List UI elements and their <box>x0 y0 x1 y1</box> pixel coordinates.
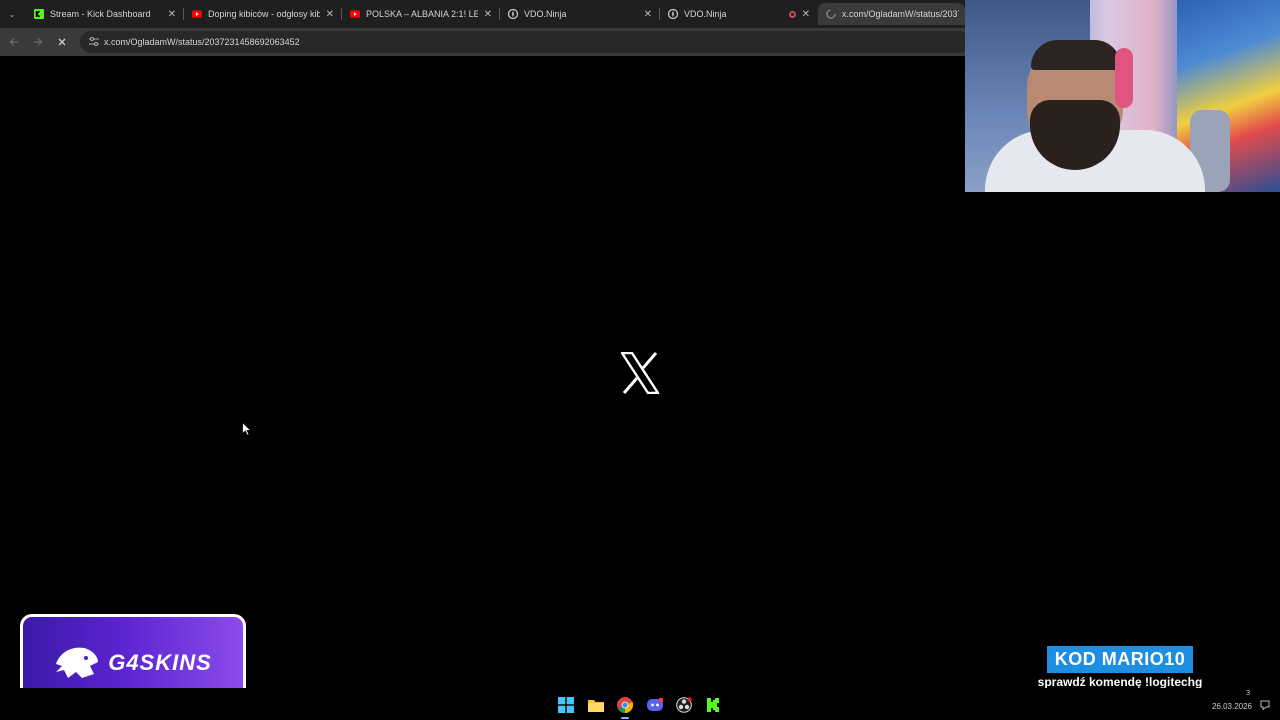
tab-close-icon[interactable]: ✕ <box>326 9 334 20</box>
tab-strip: ⌄ Stream - Kick Dashboard ✕ Doping kibic… <box>0 0 965 28</box>
clock-date[interactable]: 26.03.2026 <box>1212 702 1252 711</box>
tab-x-status[interactable]: x.com/OgladamW/status/2037 <box>818 3 965 25</box>
tab-doping-kibicow[interactable]: Doping kibiców - odgłosy kibic ✕ <box>184 3 340 25</box>
tab-vdo-ninja-1[interactable]: VDO.Ninja ✕ <box>500 3 658 25</box>
windows-taskbar: 3 26.03.2026 <box>0 688 1280 720</box>
kick-icon <box>34 9 44 19</box>
url-text: x.com/OgladamW/status/203723145869206345… <box>104 37 300 47</box>
back-arrow-icon[interactable] <box>6 34 22 50</box>
webcam-headset <box>1115 48 1133 108</box>
tab-close-icon[interactable]: ✕ <box>168 9 176 20</box>
tab-search-icon[interactable]: ⌄ <box>4 6 20 22</box>
tab-close-icon[interactable]: ✕ <box>484 9 492 20</box>
tab-title: Doping kibiców - odgłosy kibic <box>208 9 320 19</box>
x-logo-icon <box>620 352 660 394</box>
notification-bell-icon[interactable] <box>1260 700 1270 710</box>
forward-arrow-icon[interactable] <box>30 34 46 50</box>
tab-polska-albania[interactable]: POLSKA – ALBANIA 2:1! LEWAN ✕ <box>342 3 498 25</box>
webcam-overlay <box>965 0 1280 192</box>
obs-icon[interactable] <box>675 696 693 714</box>
address-bar[interactable]: x.com/OgladamW/status/203723145869206345… <box>80 31 970 53</box>
tab-close-icon[interactable]: ✕ <box>802 9 810 20</box>
kick-icon[interactable] <box>704 696 722 714</box>
site-settings-icon[interactable] <box>84 36 104 48</box>
webcam-person-cap <box>1031 40 1121 70</box>
vdo-ninja-icon <box>668 9 678 19</box>
file-explorer-icon[interactable] <box>587 696 605 714</box>
promo-overlay: KOD MARIO10 sprawdź komendę !logitechg <box>1020 646 1220 689</box>
youtube-icon <box>192 9 202 19</box>
tab-title: VDO.Ninja <box>524 9 567 19</box>
stop-loading-icon[interactable] <box>54 34 70 50</box>
tab-close-icon[interactable]: ✕ <box>644 9 652 20</box>
tab-kick-dashboard[interactable]: Stream - Kick Dashboard ✕ <box>26 3 182 25</box>
youtube-icon <box>350 9 360 19</box>
tab-title: POLSKA – ALBANIA 2:1! LEWAN <box>366 9 478 19</box>
system-tray: 3 26.03.2026 <box>992 688 1280 720</box>
promo-code: KOD MARIO10 <box>1046 646 1194 673</box>
tab-title: x.com/OgladamW/status/2037 <box>842 9 959 19</box>
mouse-cursor-icon <box>242 422 252 436</box>
vdo-ninja-icon <box>508 9 518 19</box>
lion-logo-icon <box>56 647 99 678</box>
sponsor-name: G4SKINS <box>108 650 212 675</box>
browser-toolbar: x.com/OgladamW/status/203723145869206345… <box>0 28 970 56</box>
tab-title: Stream - Kick Dashboard <box>50 9 151 19</box>
tab-vdo-ninja-2[interactable]: VDO.Ninja ✕ <box>660 3 816 25</box>
promo-subtitle: sprawdź komendę !logitechg <box>1037 675 1203 689</box>
loading-spinner-icon <box>826 9 836 19</box>
recording-indicator-icon <box>788 10 796 18</box>
discord-icon[interactable] <box>646 696 664 714</box>
tab-title: VDO.Ninja <box>684 9 727 19</box>
notification-count: 3 <box>1246 690 1250 697</box>
windows-start-icon[interactable] <box>557 696 575 714</box>
chrome-icon[interactable] <box>616 696 634 719</box>
